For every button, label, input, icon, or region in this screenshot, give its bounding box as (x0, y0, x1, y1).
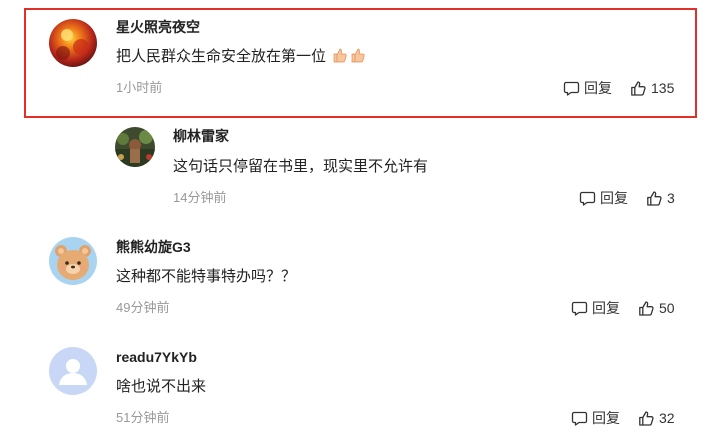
like-button[interactable]: 3 (646, 190, 675, 207)
comment-username[interactable]: 柳林雷家 (173, 127, 229, 145)
comment-username[interactable]: readu7YkYb (116, 348, 197, 366)
thumbs-up-icon (631, 80, 646, 96)
reply-label: 回复 (592, 300, 620, 316)
comment-bubble-icon (563, 81, 580, 96)
comment-bubble-icon (571, 411, 588, 426)
thumbs-up-icon (647, 190, 662, 206)
comment-bubble-icon (579, 191, 596, 206)
comment-time: 49分钟前 (116, 300, 170, 315)
comment-username[interactable]: 熊熊幼旋G3 (116, 238, 191, 256)
reply-button[interactable]: 回复 (563, 78, 612, 98)
comment-text: 这种都不能特事特办吗？？ (116, 268, 297, 285)
like-count: 3 (667, 190, 675, 206)
comment-actions: 回复 50 (571, 298, 675, 318)
avatar[interactable] (49, 347, 97, 395)
avatar[interactable] (115, 127, 155, 167)
comment-text: 这句话只停留在书里，现实里不允许有 (173, 158, 429, 175)
reply-button[interactable]: 回复 (571, 298, 620, 318)
comment-list: 星火照亮夜空 把人民群众生命安全放在第一位 1小时前 回复 135 柳林雷家 这… (0, 0, 724, 447)
avatar[interactable] (49, 19, 97, 67)
garden-photo-avatar-icon (115, 127, 155, 167)
comment-time: 51分钟前 (116, 410, 170, 425)
comment-text-content: 把人民群众生命安全放在第一位 (116, 48, 327, 65)
reply-button[interactable]: 回复 (579, 188, 628, 208)
comment-item: readu7YkYb 啥也说不出来 51分钟前 回复 32 (0, 338, 724, 438)
comment-username[interactable]: 星火照亮夜空 (116, 18, 200, 36)
like-button[interactable]: 32 (638, 410, 675, 427)
thumbs-up-emoji-icon (332, 47, 348, 69)
comment-actions: 回复 135 (563, 78, 674, 98)
reply-label: 回复 (584, 80, 612, 96)
like-count: 50 (659, 300, 675, 316)
reply-label: 回复 (592, 410, 620, 426)
reply-item: 柳林雷家 这句话只停留在书里，现实里不允许有 14分钟前 回复 3 (0, 120, 724, 220)
like-count: 135 (651, 80, 675, 96)
like-button[interactable]: 135 (630, 80, 674, 97)
bear-avatar-icon (49, 237, 97, 285)
comment-time: 14分钟前 (173, 190, 227, 205)
thumbs-up-icon (639, 410, 654, 426)
avatar[interactable] (49, 237, 97, 285)
comment-text: 把人民群众生命安全放在第一位 (116, 47, 366, 69)
comment-actions: 回复 32 (571, 408, 675, 428)
fire-avatar-icon (49, 19, 97, 67)
default-user-avatar-icon (49, 347, 97, 395)
like-count: 32 (659, 410, 675, 426)
like-button[interactable]: 50 (638, 300, 675, 317)
comment-time: 1小时前 (116, 80, 163, 95)
comment-bubble-icon (571, 301, 588, 316)
comment-item: 熊熊幼旋G3 这种都不能特事特办吗？？ 49分钟前 回复 50 (0, 228, 724, 328)
comment-actions: 回复 3 (579, 188, 675, 208)
thumbs-up-icon (639, 300, 654, 316)
reply-button[interactable]: 回复 (571, 408, 620, 428)
comment-item: 星火照亮夜空 把人民群众生命安全放在第一位 1小时前 回复 135 (0, 0, 724, 120)
comment-text: 啥也说不出来 (116, 378, 207, 395)
thumbs-up-emoji-icon (350, 47, 366, 69)
reply-label: 回复 (600, 190, 628, 206)
